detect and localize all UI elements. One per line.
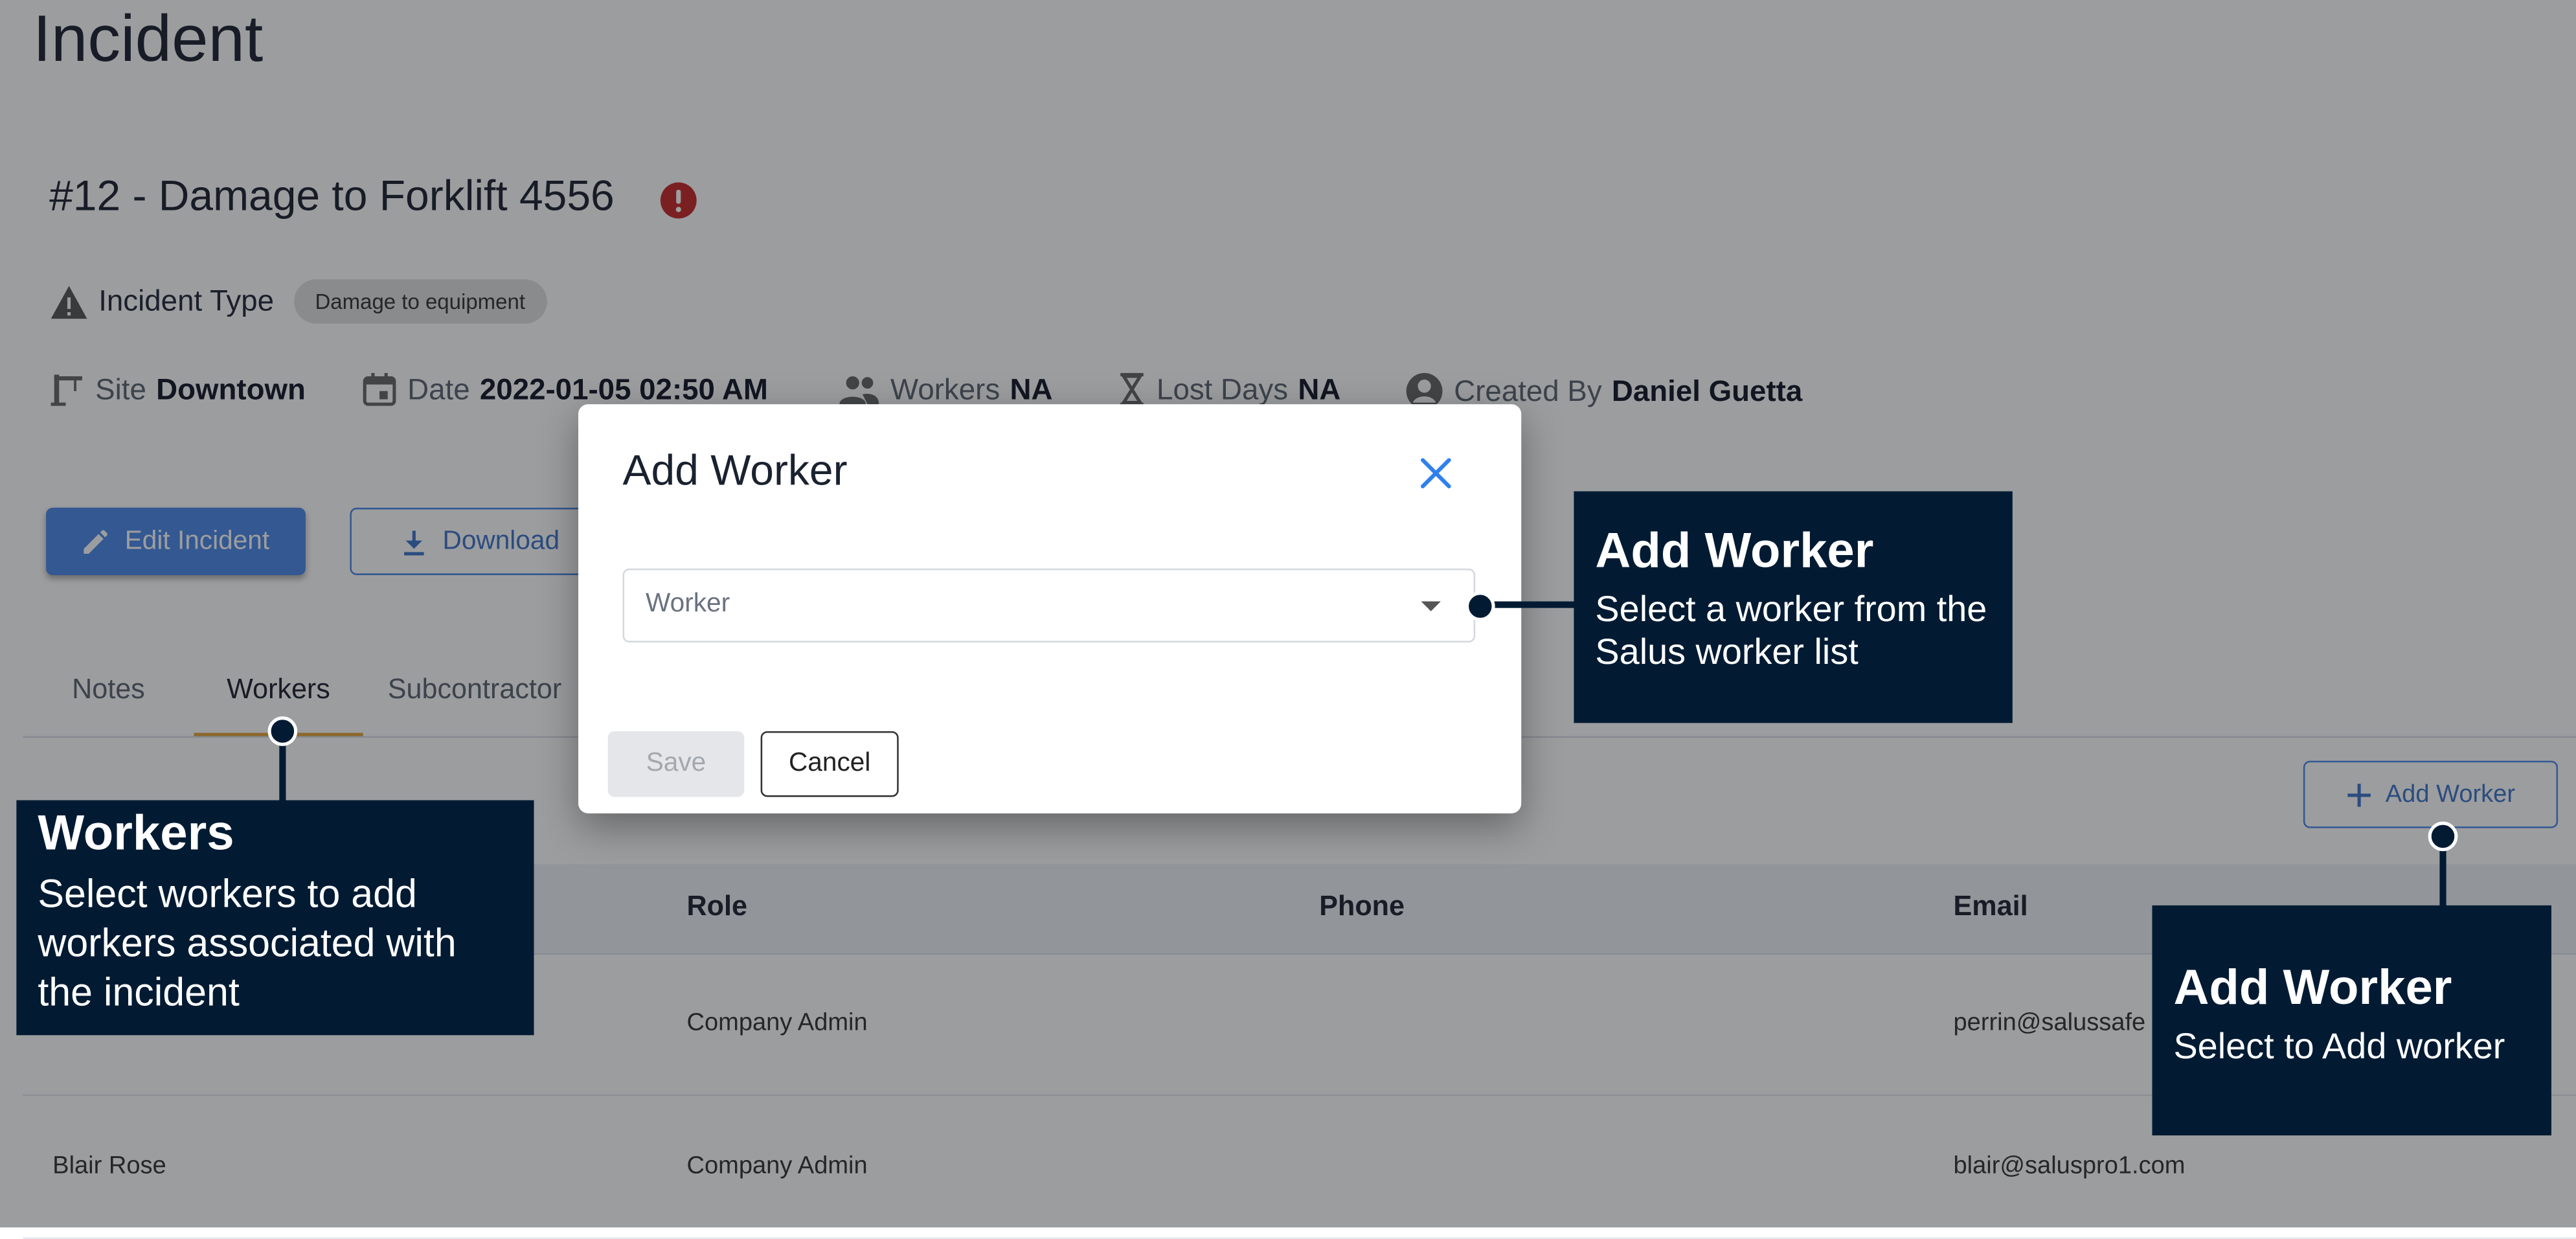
save-button[interactable]: Save (607, 731, 745, 797)
chevron-down-icon (1421, 601, 1441, 611)
callout-body: Select workers to add workers associated… (38, 872, 457, 1016)
callout-marker (2428, 821, 2458, 852)
callout-marker (267, 716, 298, 746)
callout-title: Add Worker (1595, 524, 1874, 579)
dialog-title: Add Worker (622, 445, 848, 495)
callout-title: Workers (38, 806, 234, 861)
callout-title: Add Worker (2173, 961, 2452, 1016)
cancel-button[interactable]: Cancel (760, 731, 899, 797)
callout-body: Select to Add worker (2173, 1025, 2505, 1067)
close-icon[interactable] (1416, 453, 1456, 493)
worker-select-placeholder: Worker (646, 589, 730, 618)
callout-add-worker-button: Add Worker Select to Add worker (2152, 905, 2551, 1136)
app-stage: Incident #12 - Damage to Forklift 4556 I… (0, 0, 2576, 1239)
worker-select[interactable]: Worker (622, 568, 1476, 642)
callout-marker (1465, 591, 1495, 621)
add-worker-dialog: Add Worker Worker Save Cancel (578, 404, 1522, 813)
callout-workers-tab: Workers Select workers to add workers as… (16, 800, 534, 1036)
callout-add-worker-select: Add Worker Select a worker from the Salu… (1574, 491, 2013, 723)
callout-connector (1488, 601, 1577, 608)
callout-body: Select a worker from the Salus worker li… (1595, 588, 1987, 673)
